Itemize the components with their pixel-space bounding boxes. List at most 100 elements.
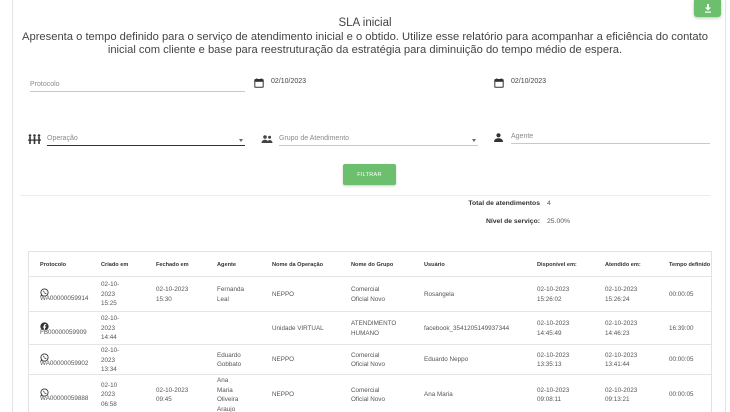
header-disponivel[interactable]: Disponível em: xyxy=(537,262,577,268)
agente-placeholder: Agente xyxy=(511,133,534,140)
atendido-cell-line: 13:41:44 xyxy=(605,361,630,368)
table-row[interactable]: WA00000059888 02-10 2023 06:58 02-10-2023 09:… xyxy=(29,374,711,412)
person-icon xyxy=(494,133,503,142)
grupo-cell-line: Comercial xyxy=(351,351,380,359)
table-row[interactable]: WA00000059914 02-10- 2023 15:25 02-10-2023 15… xyxy=(29,276,711,311)
operacao-cell: NEPPO xyxy=(272,391,295,398)
calendar-icon[interactable] xyxy=(254,78,264,88)
atendido-cell-line: 02-10-2023 xyxy=(605,351,638,359)
agente-cell: Ana Maria Oliveira Araujo xyxy=(217,376,238,412)
atendido-cell-line: 15:26:24 xyxy=(605,295,630,303)
page-title: SLA inicial xyxy=(338,17,392,29)
disponivel-cell-line: 02-10-2023 xyxy=(537,386,570,394)
protocolo-cell[interactable]: WA00000059902 xyxy=(40,359,88,369)
tempo-cell: 16:39:00 xyxy=(669,324,694,332)
header-criado[interactable]: Criado em xyxy=(101,262,128,268)
table-row[interactable]: WA00000059902 02-10- 2023 13:34 Eduardo Gobba… xyxy=(29,344,711,375)
disponivel-cell: 02-10-2023 15:26:02 xyxy=(537,285,569,304)
criado-cell-line: 2023 xyxy=(101,356,116,364)
protocolo-cell[interactable]: WA00000059888 xyxy=(40,394,88,404)
header-operacao[interactable]: Nome da Operação xyxy=(272,262,323,268)
protocolo-placeholder: Protocolo xyxy=(30,81,60,88)
grupo-cell-line: Oficial Novo xyxy=(351,396,385,403)
grupo-cell-line: Oficial Novo xyxy=(351,361,385,368)
operacao-cell: NEPPO xyxy=(272,290,295,298)
total-value: 4 xyxy=(547,200,551,207)
agente-cell: Eduardo Gobbato xyxy=(217,351,241,370)
agente-cell-line: Araujo xyxy=(217,405,236,412)
filter-button[interactable]: FILTRAR xyxy=(343,164,396,185)
header-tempo[interactable]: Tempo definido xyxy=(669,262,710,268)
operacao-select[interactable]: Operação xyxy=(47,132,245,146)
fechado-cell-line: 09:45 xyxy=(156,396,172,403)
grupo-cell-line: Oficial Novo xyxy=(351,295,385,303)
grupo-placeholder: Grupo de Atendimento xyxy=(279,135,350,142)
atendido-cell: 02-10-2023 14:46:23 xyxy=(605,319,637,338)
header-usuario[interactable]: Usuário xyxy=(424,262,445,268)
results-table: Protocolo Criado em Fechado em Agente No… xyxy=(28,251,712,412)
usuario-cell: Eduardo Neppo xyxy=(424,356,469,363)
agente-cell-line: Fernanda xyxy=(217,286,244,293)
criado-cell: 02-10- 2023 15:25 xyxy=(101,280,119,309)
atendido-cell-line: 09:13:21 xyxy=(605,396,630,403)
group-icon xyxy=(261,135,273,143)
grupo-cell: Comercial Oficial Novo xyxy=(351,285,385,304)
page-description: Apresenta o tempo definido para o serviç… xyxy=(22,31,708,56)
total-label: Total de atendimentos xyxy=(468,200,540,207)
criado-cell-line: 06:58 xyxy=(101,400,117,408)
chevron-down-icon xyxy=(472,139,476,142)
calendar-icon[interactable] xyxy=(494,78,504,88)
disponivel-cell: 02-10-2023 09:08:11 xyxy=(537,386,569,405)
tempo-cell: 00:00:05 xyxy=(669,391,694,398)
grupo-cell-line: Comercial xyxy=(351,286,380,293)
disponivel-cell-line: 02-10-2023 xyxy=(537,320,570,327)
tempo-cell: 00:00:05 xyxy=(669,290,694,298)
atendido-cell-line: 02-10-2023 xyxy=(605,386,638,394)
agente-cell-line: Leal xyxy=(217,295,229,303)
usuario-cell: facebook_3541205149937344 xyxy=(424,324,510,332)
usuario-cell: Rosangela xyxy=(424,290,455,298)
grupo-select[interactable]: Grupo de Atendimento xyxy=(279,132,478,146)
criado-cell: 02-10- 2023 14:44 xyxy=(101,314,119,343)
atendido-cell: 02-10-2023 09:13:21 xyxy=(605,386,637,405)
criado-cell: 02-10 2023 06:58 xyxy=(101,381,117,410)
criado-cell-line: 02-10 xyxy=(101,381,118,389)
table-row[interactable]: FB00000059909 02-10- 2023 14:44 Unidade VIRT… xyxy=(29,311,711,344)
protocolo-input[interactable]: Protocolo xyxy=(30,78,245,92)
chevron-down-icon xyxy=(239,139,243,142)
disponivel-cell-line: 09:08:11 xyxy=(537,396,562,403)
header-protocolo[interactable]: Protocolo xyxy=(40,262,66,268)
fechado-cell-line: 15:30 xyxy=(156,295,172,303)
fechado-cell-line: 02-10-2023 xyxy=(156,286,189,293)
header-agente[interactable]: Agente xyxy=(217,262,236,268)
header-grupo[interactable]: Nome do Grupo xyxy=(351,262,393,268)
disponivel-cell-line: 02-10-2023 xyxy=(537,351,570,359)
agente-cell-line: Ana xyxy=(217,377,229,384)
agente-cell-line: Eduardo xyxy=(217,351,241,359)
atendido-cell-line: 14:46:23 xyxy=(605,329,630,337)
disponivel-cell-line: 14:45:49 xyxy=(537,329,562,337)
agente-cell-line: Gobbato xyxy=(217,361,242,368)
agente-cell-line: Maria xyxy=(217,386,233,394)
header-atendido[interactable]: Atendido em: xyxy=(605,262,641,268)
date-to-field[interactable]: 02/10/2023 xyxy=(511,74,706,88)
operacao-cell: NEPPO xyxy=(272,356,295,363)
download-button[interactable] xyxy=(694,0,721,17)
date-to-value: 02/10/2023 xyxy=(511,78,547,85)
agente-cell: Fernanda Leal xyxy=(217,285,244,304)
disponivel-cell-line: 15:26:02 xyxy=(537,295,562,303)
protocolo-cell[interactable]: FB00000059909 xyxy=(40,328,87,338)
grupo-cell-line: HUMANO xyxy=(351,329,379,337)
divider xyxy=(20,195,710,196)
criado-cell: 02-10- 2023 13:34 xyxy=(101,346,119,375)
header-fechado[interactable]: Fechado em xyxy=(156,262,189,268)
agente-cell-line: Oliveira xyxy=(217,396,239,403)
date-from-field[interactable]: 02/10/2023 xyxy=(271,74,481,88)
criado-cell-line: 02-10- xyxy=(101,315,120,323)
disponivel-cell: 02-10-2023 14:45:49 xyxy=(537,319,569,338)
protocolo-cell[interactable]: WA00000059914 xyxy=(40,294,88,304)
criado-cell-line: 2023 xyxy=(101,324,116,332)
agente-input[interactable]: Agente xyxy=(511,130,710,144)
grupo-cell: ATENDIMENTO HUMANO xyxy=(351,319,396,338)
fechado-cell: 02-10-2023 15:30 xyxy=(156,285,188,304)
